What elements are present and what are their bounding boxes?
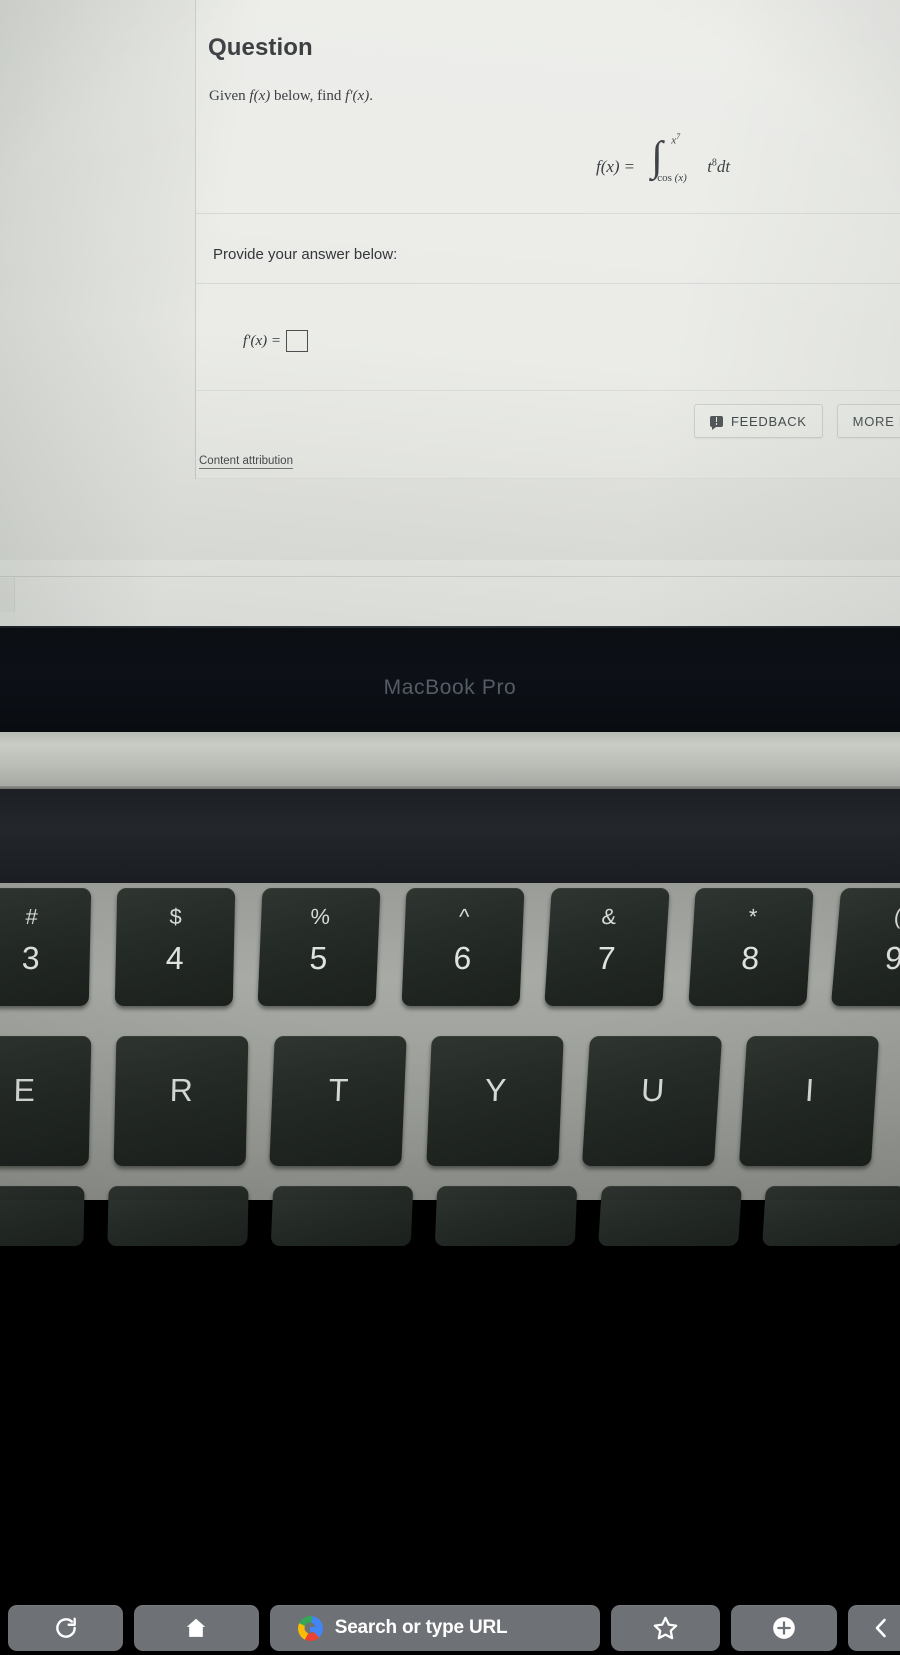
key-symbol: ( — [892, 904, 900, 929]
key-bottom-row-partial[interactable] — [434, 1186, 578, 1246]
formula-equals: = — [624, 157, 635, 176]
feedback-bubble-icon — [710, 415, 723, 430]
integral-formula: f(x) = ∫ x7 cos (x) t8dt — [596, 132, 731, 194]
answer-label: f′(x) = — [243, 332, 281, 349]
key-T[interactable]: T — [269, 1036, 407, 1166]
key-number: 9 — [883, 940, 900, 976]
question-prompt: Given f(x) below, find f′(x). — [209, 88, 373, 105]
bezel-highlight — [0, 626, 900, 628]
key-symbol: * — [747, 904, 758, 929]
feedback-button-label: FEEDBACK — [731, 413, 807, 429]
feedback-button[interactable]: FEEDBACK — [694, 404, 823, 438]
key-letter: E — [13, 1072, 36, 1108]
key-letter: R — [169, 1072, 194, 1108]
answer-input[interactable] — [285, 330, 308, 352]
page-divider — [0, 576, 900, 577]
answer-row: f′(x) = — [243, 330, 308, 352]
key-U[interactable]: U — [581, 1036, 723, 1166]
key-Y[interactable]: Y — [426, 1036, 564, 1166]
touchbar-home-button[interactable] — [134, 1605, 259, 1651]
more-instruction-label: MORE IN — [852, 413, 900, 429]
chevron-left-icon — [875, 1618, 886, 1638]
key-E[interactable]: E — [0, 1036, 92, 1166]
key-3[interactable]: #3 — [0, 888, 92, 1006]
integral-upper-limit: x7 — [671, 132, 681, 147]
touch-bar: Search or type URL — [0, 789, 900, 1651]
key-number: 4 — [165, 940, 185, 976]
keyboard-number-row: #3 $4% 5 ^ 6 & 7 * 8(9 — [0, 888, 900, 1006]
omnibox-label: Search or type URL — [334, 1617, 508, 1638]
card-divider-1 — [196, 213, 900, 214]
card-action-buttons: FEEDBACK MORE IN — [694, 404, 900, 438]
key-7[interactable]: & 7 — [544, 888, 670, 1006]
webpage-lower-strip — [0, 560, 900, 626]
key-9[interactable]: (9 — [830, 888, 900, 1006]
macbook-pro-branding: MacBook Pro — [383, 676, 517, 699]
key-letter: T — [327, 1072, 349, 1108]
plus-circle-icon — [773, 1617, 795, 1639]
touchbar-omnibox[interactable]: Search or type URL — [269, 1605, 600, 1651]
key-number: 7 — [596, 940, 617, 976]
touchbar-reload-button[interactable] — [8, 1605, 124, 1651]
reload-icon — [55, 1617, 76, 1638]
card-divider-2 — [196, 283, 900, 284]
more-instruction-button[interactable]: MORE IN — [836, 404, 900, 438]
card-divider-3 — [196, 390, 900, 391]
key-number: 5 — [308, 940, 329, 976]
laptop-hinge — [0, 732, 900, 788]
key-number: 8 — [740, 940, 761, 976]
integral-group: ∫ x7 cos (x) — [641, 132, 705, 194]
key-4[interactable]: $4 — [114, 888, 236, 1006]
key-bottom-row-partial[interactable] — [0, 1186, 85, 1246]
key-letter: Y — [484, 1072, 507, 1108]
key-bottom-row-partial[interactable] — [107, 1186, 249, 1246]
key-letter: U — [639, 1072, 666, 1108]
home-icon — [187, 1618, 206, 1637]
key-symbol: # — [25, 904, 39, 929]
key-bottom-row-partial[interactable] — [270, 1186, 414, 1246]
key-8[interactable]: * 8 — [688, 888, 814, 1006]
prompt-pre: Given — [209, 88, 250, 104]
key-I[interactable]: I — [738, 1036, 880, 1166]
key-letter: I — [804, 1072, 816, 1108]
laptop-screen: Question Given f(x) below, find f′(x). f… — [0, 0, 900, 626]
touchbar-back-button[interactable] — [847, 1605, 900, 1651]
key-symbol: ^ — [458, 904, 470, 929]
integral-lower-limit: cos (x) — [657, 172, 687, 184]
integrand: t8dt — [707, 157, 731, 176]
key-6[interactable]: ^ 6 — [401, 888, 525, 1006]
content-attribution-link[interactable]: Content attribution — [199, 455, 293, 469]
key-bottom-row-partial[interactable] — [598, 1186, 742, 1246]
key-5[interactable]: % 5 — [257, 888, 381, 1006]
google-g-icon — [297, 1615, 323, 1641]
provide-answer-label: Provide your answer below: — [213, 246, 398, 263]
prompt-fprime: f′(x) — [345, 88, 370, 104]
key-symbol: $ — [169, 904, 183, 929]
prompt-fx: f(x) — [249, 88, 271, 104]
key-number: 3 — [21, 940, 41, 976]
star-icon — [653, 1616, 678, 1639]
key-number: 6 — [452, 940, 473, 976]
key-symbol: % — [309, 904, 331, 929]
key-R[interactable]: R — [113, 1036, 249, 1166]
touchbar-bookmark-button[interactable] — [610, 1605, 721, 1651]
keyboard-bottom-row — [0, 1186, 900, 1246]
page-title: Question — [208, 34, 313, 61]
prompt-post: . — [369, 88, 373, 104]
key-symbol: & — [600, 904, 618, 929]
page-left-gutter-mark — [0, 578, 15, 612]
keyboard-letter-row: ERTYUI — [0, 1036, 900, 1166]
touchbar-new-tab-button[interactable] — [731, 1605, 837, 1651]
card-bottom-edge — [196, 478, 900, 479]
key-bottom-row-partial[interactable] — [762, 1186, 900, 1246]
prompt-mid: below, find — [270, 88, 346, 104]
formula-lhs: f(x) — [596, 157, 620, 176]
